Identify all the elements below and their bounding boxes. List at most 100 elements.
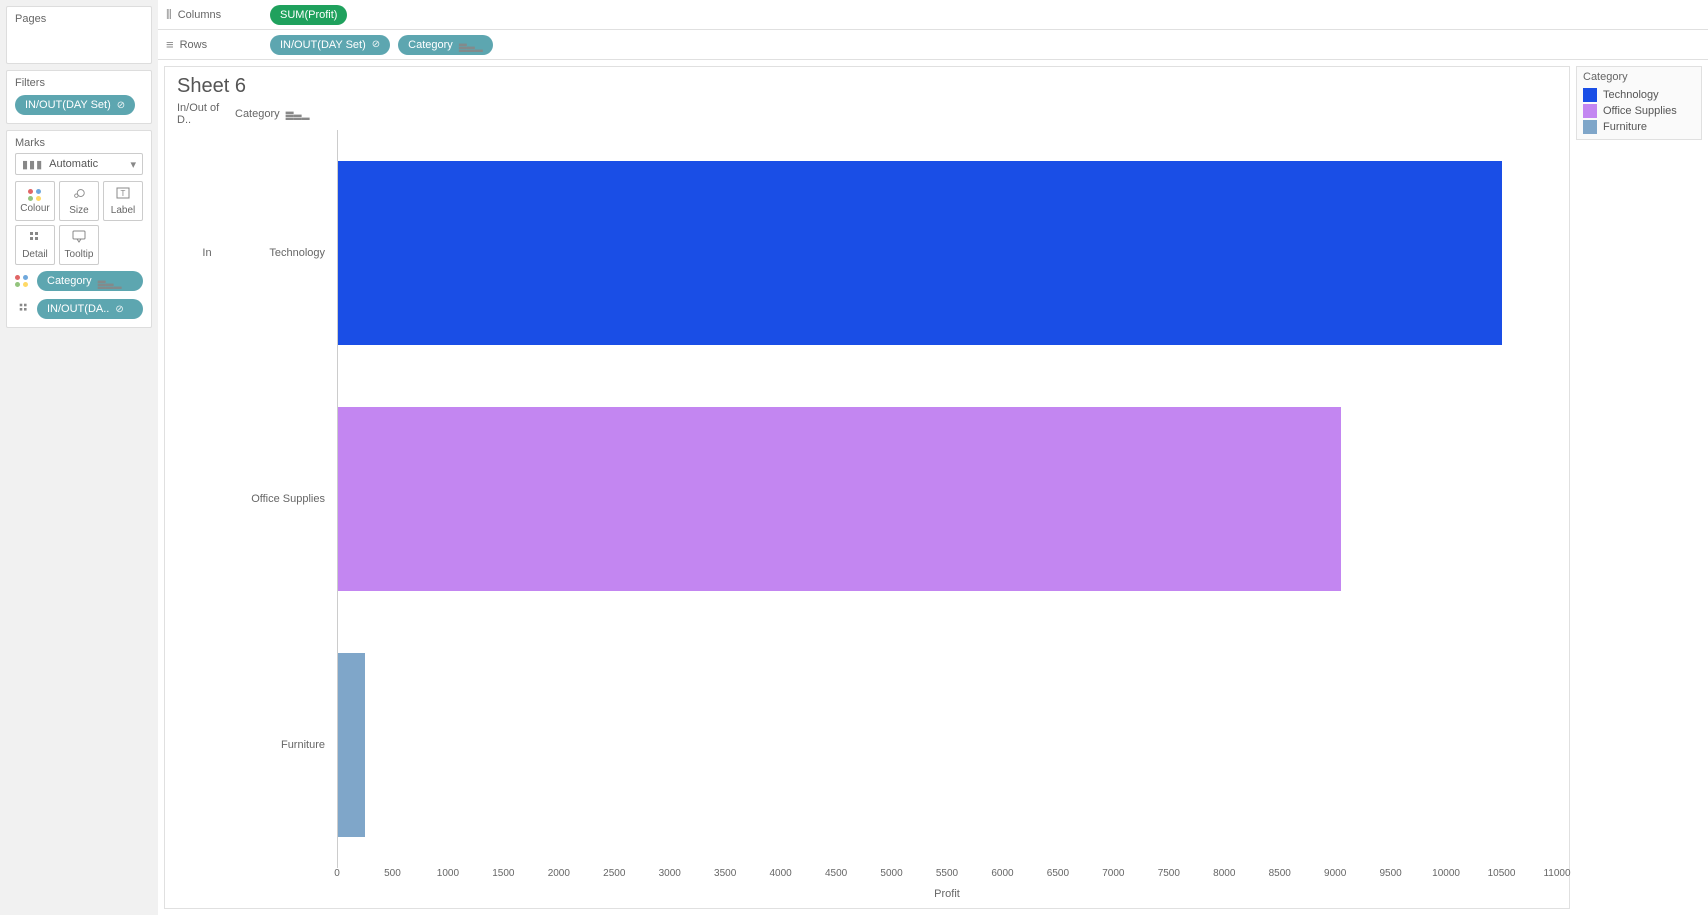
left-sidebar: Pages Filters IN/OUT(DAY Set) ⊘ Marks ▮▮… [0, 0, 158, 915]
marks-panel: Marks ▮▮▮ Automatic ▾ Colour [6, 130, 152, 328]
label-icon: T [116, 186, 130, 203]
legend-box[interactable]: Category TechnologyOffice SuppliesFurnit… [1576, 66, 1702, 140]
rows-pill-inout-label: IN/OUT(DAY Set) [280, 39, 366, 51]
detail-icon [28, 230, 42, 247]
colour-icon [15, 275, 33, 287]
bar[interactable] [338, 653, 365, 838]
columns-pill-profit[interactable]: SUM(Profit) [270, 5, 347, 25]
sheet-title[interactable]: Sheet 6 [165, 67, 1569, 102]
legend-item[interactable]: Technology [1583, 87, 1695, 103]
columns-pill-label: SUM(Profit) [280, 9, 337, 21]
marks-pill-category[interactable]: Category ▬▬▬▬▬▬ [37, 271, 143, 291]
marks-pill-category-label: Category [47, 275, 92, 287]
rows-shelf[interactable]: ≡ Rows IN/OUT(DAY Set) ⊘ Category ▬▬▬▬▬▬ [158, 30, 1708, 60]
legend-label: Office Supplies [1603, 105, 1677, 117]
marks-type-label: Automatic [49, 158, 98, 170]
set-icon: ⊘ [372, 39, 380, 50]
svg-text:T: T [121, 189, 126, 198]
axis-tick: 1000 [437, 868, 459, 879]
axis-tick: 5000 [880, 868, 902, 879]
marks-detail-label: Detail [22, 249, 48, 260]
bar-icon: ▮▮▮ [22, 158, 43, 171]
legend-panel: Category TechnologyOffice SuppliesFurnit… [1576, 66, 1702, 909]
filters-panel: Filters IN/OUT(DAY Set) ⊘ [6, 70, 152, 124]
rows-label: Rows [180, 39, 208, 51]
axis-tick: 4500 [825, 868, 847, 879]
category-label: Office Supplies [237, 376, 337, 622]
legend-label: Technology [1603, 89, 1659, 101]
marks-title: Marks [15, 137, 143, 149]
axis-tick: 10500 [1488, 868, 1516, 879]
x-axis: 0 500 1000 1500 2000 2500 3000 3500 4000 4500 5000… [337, 868, 1557, 884]
columns-icon: ⦀ [166, 7, 172, 23]
viz-area: Sheet 6 In/Out of D.. Category ▬▬▬▬▬▬ In… [164, 66, 1570, 909]
x-axis-title: Profit [337, 884, 1557, 900]
axis-tick: 6500 [1047, 868, 1069, 879]
pages-title: Pages [15, 13, 143, 25]
rows-pill-category-label: Category [408, 39, 453, 51]
axis-tick: 3000 [659, 868, 681, 879]
legend-swatch [1583, 104, 1597, 118]
axis-tick: 5500 [936, 868, 958, 879]
axis-tick: 10000 [1432, 868, 1460, 879]
row-group-label: In [177, 130, 237, 376]
tooltip-icon [72, 230, 86, 247]
axis-tick: 8500 [1269, 868, 1291, 879]
axis-tick: 8000 [1213, 868, 1235, 879]
main-area: ⦀ Columns SUM(Profit) ≡ Rows IN/OUT(DAY … [158, 0, 1708, 915]
detail-icon [15, 302, 33, 317]
axis-tick: 9500 [1380, 868, 1402, 879]
legend-label: Furniture [1603, 121, 1647, 133]
legend-item[interactable]: Office Supplies [1583, 103, 1695, 119]
axis-tick: 1500 [492, 868, 514, 879]
marks-tooltip-button[interactable]: Tooltip [59, 225, 99, 265]
marks-pill-inout[interactable]: IN/OUT(DA.. ⊘ [37, 299, 143, 319]
marks-size-label: Size [69, 205, 88, 216]
legend-swatch [1583, 120, 1597, 134]
axis-tick: 11000 [1543, 868, 1570, 879]
columns-label: Columns [178, 9, 221, 21]
bar[interactable] [338, 161, 1502, 346]
rows-pill-category[interactable]: Category ▬▬▬▬▬▬ [398, 35, 493, 55]
axis-tick: 7000 [1102, 868, 1124, 879]
marks-tooltip-label: Tooltip [65, 249, 94, 260]
axis-tick: 2500 [603, 868, 625, 879]
rows-pill-inout[interactable]: IN/OUT(DAY Set) ⊘ [270, 35, 390, 55]
category-label: Furniture [237, 622, 337, 868]
colour-icon [28, 189, 42, 201]
set-icon: ⊘ [117, 100, 125, 111]
chevron-down-icon: ▾ [130, 158, 136, 171]
marks-size-button[interactable]: Size [59, 181, 99, 221]
category-label: Technology [237, 130, 337, 376]
axis-tick: 2000 [548, 868, 570, 879]
sort-icon[interactable]: ▬▬▬▬▬▬ [286, 110, 310, 119]
size-icon [72, 186, 86, 203]
legend-swatch [1583, 88, 1597, 102]
marks-type-select[interactable]: ▮▮▮ Automatic ▾ [15, 153, 143, 175]
columns-shelf[interactable]: ⦀ Columns SUM(Profit) [158, 0, 1708, 30]
header-inout: In/Out of D.. [177, 102, 235, 126]
axis-tick: 7500 [1158, 868, 1180, 879]
axis-tick: 6000 [991, 868, 1013, 879]
marks-label-button[interactable]: T Label [103, 181, 143, 221]
shelves: ⦀ Columns SUM(Profit) ≡ Rows IN/OUT(DAY … [158, 0, 1708, 60]
set-icon: ⊘ [115, 304, 123, 315]
axis-tick: 4000 [770, 868, 792, 879]
sort-icon: ▬▬▬▬▬▬ [459, 38, 483, 51]
marks-colour-button[interactable]: Colour [15, 181, 55, 221]
bar[interactable] [338, 407, 1341, 592]
rows-icon: ≡ [166, 37, 174, 52]
header-category: Category [235, 108, 280, 120]
filter-pill-label: IN/OUT(DAY Set) [25, 99, 111, 111]
sort-icon: ▬▬▬▬▬▬ [98, 275, 122, 288]
axis-tick: 500 [384, 868, 401, 879]
axis-tick: 0 [334, 868, 340, 879]
axis-tick: 3500 [714, 868, 736, 879]
legend-item[interactable]: Furniture [1583, 119, 1695, 135]
marks-detail-button[interactable]: Detail [15, 225, 55, 265]
filter-pill-inout[interactable]: IN/OUT(DAY Set) ⊘ [15, 95, 135, 115]
plot-row [338, 622, 1557, 868]
pages-panel: Pages [6, 6, 152, 64]
plot-row [338, 130, 1557, 376]
marks-colour-label: Colour [20, 203, 49, 214]
